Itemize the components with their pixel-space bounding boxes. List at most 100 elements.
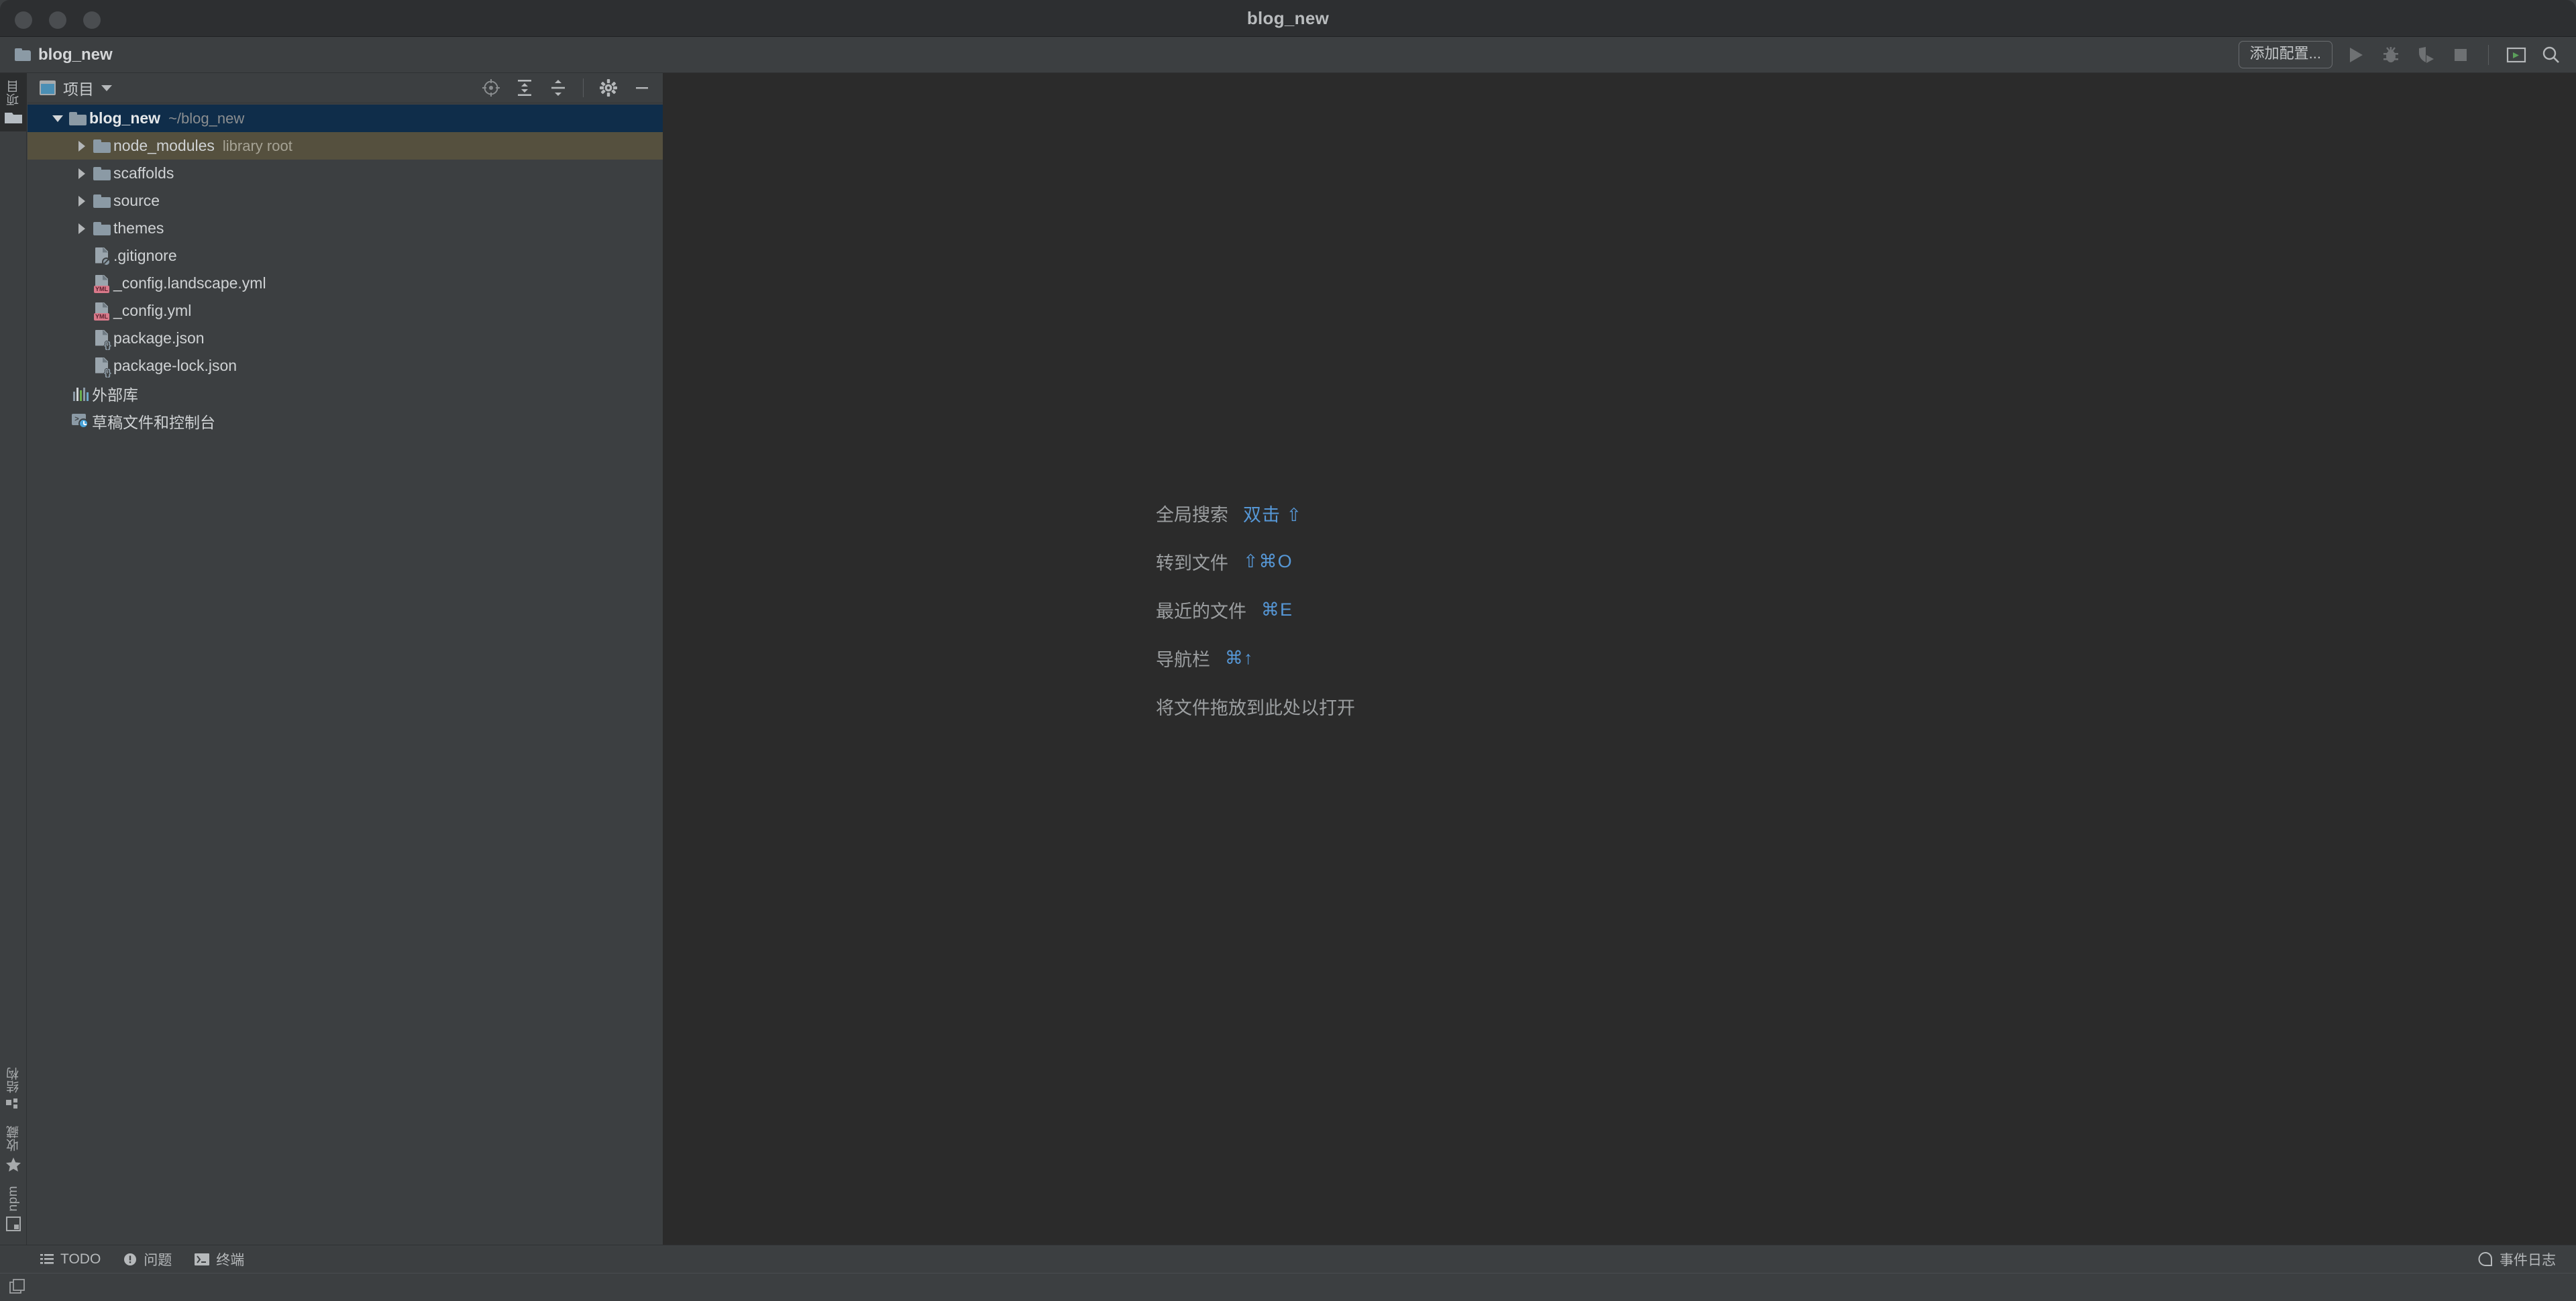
sidebar-item-structure[interactable]: 结构 [0, 1060, 27, 1119]
tree-row-label: _config.yml [113, 302, 192, 319]
debug-button[interactable] [2379, 44, 2402, 66]
hint-navigation-bar[interactable]: 导航栏 ⌘↑ [1156, 634, 1355, 682]
tree-twisty-collapsed[interactable] [73, 195, 91, 207]
editor-empty-area[interactable]: 全局搜索 双击 ⇧ 转到文件 ⇧⌘O 最近的文件 ⌘E 导航栏 ⌘↑ 将文件拖放… [663, 73, 2576, 1245]
tree-row-scratches-consoles[interactable]: >_ 草稿文件和控制台 [28, 407, 663, 435]
pane-actions-divider [583, 78, 584, 97]
window-titlebar: blog_new [0, 0, 2576, 37]
project-pane-title-group[interactable]: 项目 [40, 76, 112, 99]
bottom-item-label: 终端 [216, 1252, 245, 1268]
scratches-icon: >_ [69, 413, 92, 429]
hint-shortcut: ⌘↑ [1225, 647, 1254, 668]
hint-label: 转到文件 [1156, 553, 1228, 573]
status-bar [0, 1273, 2576, 1301]
folder-icon [91, 139, 113, 153]
tree-row-node-modules[interactable]: node_modules library root [28, 132, 663, 160]
hide-pane-button[interactable] [631, 76, 653, 99]
tree-row-label: 草稿文件和控制台 [92, 413, 215, 431]
speech-bubble-icon [2478, 1251, 2493, 1267]
toolbar-divider [2488, 44, 2489, 65]
hint-recent-files[interactable]: 最近的文件 ⌘E [1156, 585, 1355, 634]
add-configuration-button[interactable]: 添加配置... [2238, 41, 2332, 68]
ide-window: blog_new blog_new 添加配置... 项目 结构 收藏 npm 项… [0, 0, 2576, 1301]
structure-icon [6, 1098, 21, 1112]
folder-icon [91, 221, 113, 235]
bottom-item-todo[interactable]: TODO [40, 1251, 101, 1267]
gear-icon[interactable] [597, 76, 620, 99]
breadcrumb[interactable]: blog_new [15, 46, 113, 64]
project-pane-header: 项目 [28, 73, 663, 103]
tree-row-label: .gitignore [113, 247, 177, 264]
breadcrumb-label: blog_new [38, 45, 113, 64]
left-tool-strip: 项目 结构 收藏 npm [0, 73, 27, 1245]
tree-row-sublabel: library root [222, 137, 292, 154]
run-with-coverage-button[interactable] [2414, 44, 2437, 66]
project-icon [40, 80, 56, 95]
project-pane-actions [480, 76, 653, 99]
bottom-item-event-log[interactable]: 事件日志 [2478, 1249, 2556, 1269]
tree-twisty-expanded[interactable] [49, 115, 66, 122]
sidebar-item-npm[interactable]: npm [0, 1179, 27, 1238]
sidebar-item-structure-label: 结构 [6, 1066, 21, 1093]
bottom-item-terminal[interactable]: 终端 [195, 1249, 244, 1269]
window-title: blog_new [1246, 8, 1330, 28]
tree-row-config-landscape-yml[interactable]: YML _config.landscape.yml [28, 270, 663, 297]
project-folder-icon [5, 111, 22, 125]
list-icon [40, 1253, 54, 1265]
tree-twisty-collapsed[interactable] [73, 168, 91, 179]
search-everywhere-button[interactable] [2540, 44, 2563, 66]
hint-go-to-file[interactable]: 转到文件 ⇧⌘O [1156, 537, 1355, 585]
tree-row-config-yml[interactable]: YML _config.yml [28, 297, 663, 325]
editor-hints: 全局搜索 双击 ⇧ 转到文件 ⇧⌘O 最近的文件 ⌘E 导航栏 ⌘↑ 将文件拖放… [1156, 489, 1355, 730]
bottom-item-label: 问题 [144, 1252, 172, 1268]
project-tool-window: 项目 blog_new ~/blog_new node_modules libr… [28, 73, 663, 1245]
exclamation-circle-icon [123, 1253, 137, 1266]
tree-row-themes[interactable]: themes [28, 215, 663, 242]
windows-stack-icon[interactable] [9, 1278, 27, 1296]
hint-label: 最近的文件 [1156, 601, 1246, 622]
sidebar-item-favorites[interactable]: 收藏 [0, 1119, 27, 1179]
select-opened-file-button[interactable] [480, 76, 502, 99]
libraries-icon [69, 386, 92, 401]
tree-row-label: themes [113, 219, 164, 237]
tree-row-blog-new[interactable]: blog_new ~/blog_new [28, 105, 663, 132]
tree-row-label: package-lock.json [113, 357, 237, 374]
bottom-item-label: 事件日志 [2500, 1252, 2556, 1268]
file-json-icon: {} [91, 329, 113, 349]
toolbar-actions: 添加配置... [2238, 41, 2563, 68]
tree-row-package-json[interactable]: {} package.json [28, 325, 663, 352]
bottom-item-label: TODO [60, 1251, 101, 1267]
tree-twisty-collapsed[interactable] [73, 140, 91, 152]
tree-row-label: _config.landscape.yml [113, 274, 266, 292]
tree-row-package-lock-json[interactable]: {} package-lock.json [28, 352, 663, 380]
collapse-all-button[interactable] [547, 76, 570, 99]
bottom-item-problems[interactable]: 问题 [123, 1249, 172, 1269]
hint-shortcut: ⇧⌘O [1243, 551, 1293, 571]
star-icon [5, 1157, 21, 1172]
editor-drop-hint: 将文件拖放到此处以打开 [1156, 697, 1355, 718]
tree-row-gitignore[interactable]: .gitignore [28, 242, 663, 270]
bottom-tool-bar: TODO 问题 终端 事件日志 [0, 1245, 2576, 1273]
tree-row-label: scaffolds [113, 164, 174, 182]
run-anything-button[interactable] [2505, 44, 2528, 66]
main-toolbar: blog_new 添加配置... [0, 37, 2576, 73]
run-button[interactable] [2345, 44, 2367, 66]
tree-row-source[interactable]: source [28, 187, 663, 215]
sidebar-item-npm-label: npm [6, 1185, 20, 1211]
tree-row-scaffolds[interactable]: scaffolds [28, 160, 663, 187]
project-pane-title: 项目 [63, 80, 94, 98]
sidebar-item-favorites-label: 收藏 [6, 1125, 21, 1151]
bottom-tool-items: TODO 问题 终端 [40, 1249, 244, 1269]
stop-button[interactable] [2449, 44, 2472, 66]
npm-window-icon [6, 1217, 21, 1231]
tree-twisty-collapsed[interactable] [73, 223, 91, 234]
hint-search-everywhere[interactable]: 全局搜索 双击 ⇧ [1156, 489, 1355, 537]
chevron-down-icon[interactable] [101, 84, 112, 91]
folder-icon [91, 194, 113, 208]
tree-row-label: package.json [113, 329, 205, 347]
terminal-icon [195, 1253, 210, 1265]
expand-all-button[interactable] [513, 76, 536, 99]
tree-row-external-libraries[interactable]: 外部库 [28, 380, 663, 407]
sidebar-item-project[interactable]: 项目 [0, 73, 27, 131]
folder-icon [91, 166, 113, 180]
